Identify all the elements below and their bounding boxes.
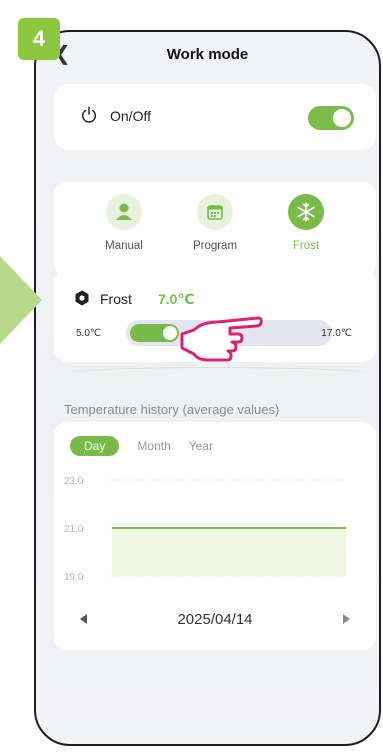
top-bar: ❮ Work mode <box>36 32 379 80</box>
frost-name: Frost <box>100 291 132 307</box>
mode-label: Program <box>192 240 238 252</box>
person-icon <box>106 194 142 230</box>
temperature-chart: 23.021.019.000:0006:0011:00 <box>64 476 363 607</box>
power-card: On/Off <box>54 84 376 150</box>
mode-label: Manual <box>105 240 143 252</box>
power-toggle[interactable] <box>308 106 354 130</box>
slider-min-label: 5.0℃ <box>76 328 102 339</box>
power-label: On/Off <box>110 108 151 124</box>
mode-selector-card: Manual Program Frost <box>54 182 376 278</box>
slider-max-label: 17.0℃ <box>321 328 352 339</box>
side-arrow-icon <box>0 256 42 344</box>
history-chart-card: Day Month Year 23.021.019.000:0006:0011:… <box>54 422 376 614</box>
page-title: Work mode <box>166 46 249 63</box>
selected-date: 2025/04/14 <box>177 611 253 628</box>
calendar-icon <box>197 194 233 230</box>
mode-manual[interactable]: Manual <box>84 194 164 252</box>
pointing-hand-icon <box>180 316 263 362</box>
mode-frost[interactable]: Frost <box>266 194 346 252</box>
y-tick-label: 19.0 <box>64 572 84 583</box>
y-tick-label: 23.0 <box>64 476 84 487</box>
power-icon <box>81 106 97 123</box>
frost-value: 7.0℃ <box>158 291 195 307</box>
phone-frame: ❮ Work mode On/Off Manual Program Frost … <box>34 30 381 746</box>
mode-program[interactable]: Program <box>175 194 255 252</box>
series-area <box>112 528 346 576</box>
date-navigator: 2025/04/14 <box>54 592 376 650</box>
snowflake-icon <box>288 194 324 230</box>
hexagon-icon <box>75 290 89 306</box>
triangle-right-icon[interactable] <box>343 614 350 624</box>
history-title: Temperature history (average values) <box>64 402 280 417</box>
y-tick-label: 21.0 <box>64 524 84 535</box>
mode-label: Frost <box>292 240 320 252</box>
step-number-badge: 4 <box>18 18 60 60</box>
toggle-knob <box>333 109 351 127</box>
